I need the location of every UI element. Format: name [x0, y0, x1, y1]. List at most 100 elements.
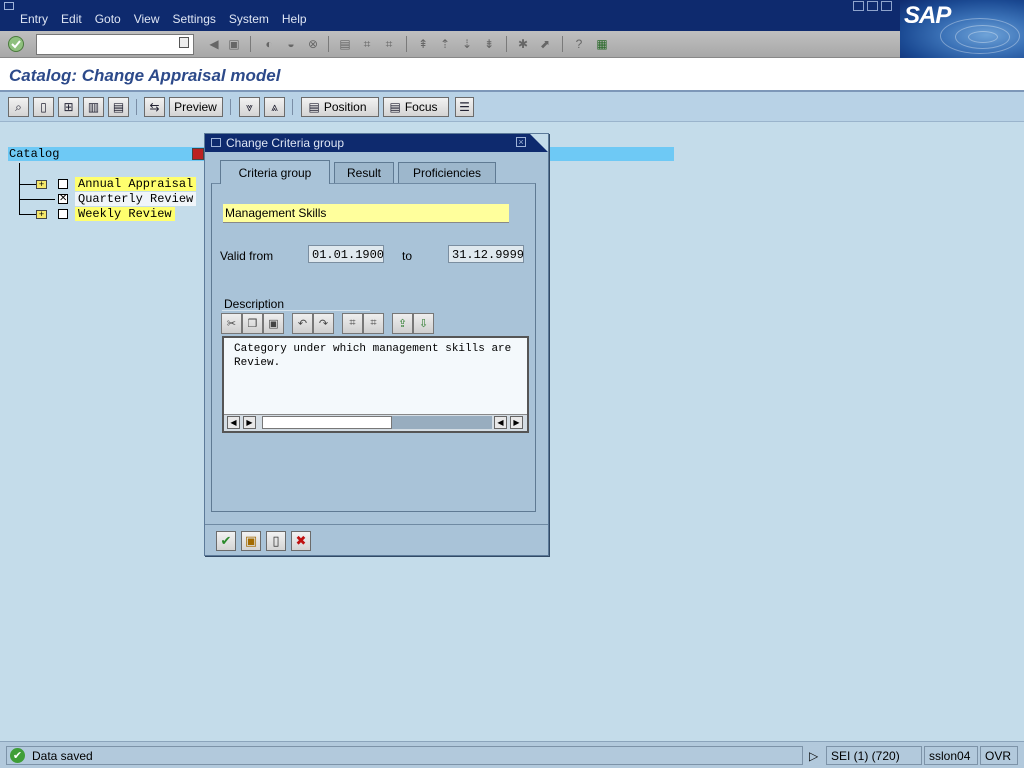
- cut-icon[interactable]: ✂: [221, 313, 242, 334]
- standard-toolbar: ◀ ▣ ◐ ◒ ⊗ ▤ ⌗ ⌗ ⇞ ⇡ ⇣ ⇟ ✱ ⬈ ? ▦: [0, 31, 900, 58]
- collapse-icon: ⩓: [271, 100, 278, 114]
- valid-to-input[interactable]: 31.12.9999: [448, 245, 524, 263]
- layout-icon[interactable]: ▦: [593, 35, 611, 53]
- session-info[interactable]: SEI (1) (720): [826, 746, 922, 765]
- expand-button[interactable]: ⩔: [239, 97, 260, 117]
- shortcut-icon[interactable]: ⬈: [536, 35, 554, 53]
- dialog-menu-icon[interactable]: [211, 138, 221, 147]
- previous-page-icon[interactable]: ⇡: [436, 35, 454, 53]
- move-button[interactable]: ⇆: [144, 97, 165, 117]
- tree-node-annual-appraisal[interactable]: + Annual Appraisal: [36, 177, 197, 191]
- maximize-icon[interactable]: [867, 1, 878, 11]
- menu-entry[interactable]: Entry: [20, 12, 48, 26]
- enter-icon[interactable]: [7, 35, 25, 53]
- load-local-file-icon[interactable]: ⇪: [392, 313, 413, 334]
- command-field[interactable]: [36, 34, 194, 55]
- new-entry-button[interactable]: ▯: [266, 531, 286, 551]
- node-checkbox[interactable]: [58, 179, 68, 189]
- back-arrow-icon[interactable]: ◀: [205, 35, 223, 53]
- insert-mode[interactable]: OVR: [980, 746, 1018, 765]
- tree-node-label[interactable]: Weekly Review: [75, 207, 175, 221]
- back-icon[interactable]: ◐: [260, 35, 278, 53]
- print-icon[interactable]: ▤: [336, 35, 354, 53]
- redo-icon[interactable]: ↷: [313, 313, 334, 334]
- scroll-left-icon[interactable]: ◀: [227, 416, 240, 429]
- description-text[interactable]: Category under which management skills a…: [234, 342, 526, 370]
- valid-from-input[interactable]: 01.01.1900: [308, 245, 384, 263]
- description-editor[interactable]: Category under which management skills a…: [222, 336, 529, 433]
- server-info: sslon04: [924, 746, 978, 765]
- print-button[interactable]: ▤: [108, 97, 129, 117]
- menu-view[interactable]: View: [134, 12, 160, 26]
- close-window-icon[interactable]: [881, 1, 892, 11]
- status-message: ✔ Data saved: [6, 746, 803, 765]
- node-checkbox[interactable]: [58, 209, 68, 219]
- confirm-button[interactable]: ✔: [216, 531, 236, 551]
- create-button[interactable]: ▯: [33, 97, 54, 117]
- cancel-icon[interactable]: ⊗: [304, 35, 322, 53]
- cancel-button[interactable]: ✖: [291, 531, 311, 551]
- status-bar: ✔ Data saved ▷ SEI (1) (720) sslon04 OVR: [0, 741, 1024, 768]
- find-next-icon[interactable]: ⌗: [380, 35, 398, 53]
- menu-settings[interactable]: Settings: [173, 12, 216, 26]
- find-icon[interactable]: ⌗: [342, 313, 363, 334]
- move-icon: ⇆: [149, 100, 160, 114]
- page-title: Catalog: Change Appraisal model: [9, 66, 281, 85]
- list-button[interactable]: ☰: [455, 97, 474, 117]
- tab-criteria-group[interactable]: Criteria group: [220, 160, 330, 184]
- undo-icon[interactable]: ↶: [292, 313, 313, 334]
- system-menu-icon[interactable]: [4, 2, 14, 10]
- exit-icon[interactable]: ◒: [282, 35, 300, 53]
- criteria-group-name-input[interactable]: Management Skills: [223, 204, 509, 223]
- magnifier-icon: ⌕: [15, 100, 22, 114]
- dialog-title: Change Criteria group: [226, 136, 345, 150]
- find-icon[interactable]: ⌗: [358, 35, 376, 53]
- scroll-left-icon[interactable]: ◀: [494, 416, 507, 429]
- menu-help[interactable]: Help: [282, 12, 307, 26]
- scroll-right-icon[interactable]: ▶: [510, 416, 523, 429]
- next-page-icon[interactable]: ⇣: [458, 35, 476, 53]
- status-expand-icon[interactable]: ▷: [807, 746, 827, 765]
- structure-button[interactable]: ⊞: [58, 97, 79, 117]
- collapse-button[interactable]: ⩓: [264, 97, 285, 117]
- last-page-icon[interactable]: ⇟: [480, 35, 498, 53]
- first-page-icon[interactable]: ⇞: [414, 35, 432, 53]
- position-button[interactable]: ▤ Position: [301, 97, 379, 117]
- tab-result[interactable]: Result: [334, 162, 394, 183]
- tree-node-label[interactable]: Annual Appraisal: [75, 177, 197, 191]
- trash-icon: ▥: [87, 100, 100, 114]
- minimize-icon[interactable]: [853, 1, 864, 11]
- save-icon[interactable]: ▣: [225, 35, 243, 53]
- expand-node-icon[interactable]: +: [36, 179, 47, 189]
- preview-button[interactable]: Preview: [169, 97, 223, 117]
- new-session-icon[interactable]: ✱: [514, 35, 532, 53]
- node-checkbox-checked[interactable]: ✕: [58, 194, 68, 204]
- menu-system[interactable]: System: [229, 12, 269, 26]
- tree-node-quarterly-review[interactable]: ✕ Quarterly Review: [58, 192, 197, 206]
- save-button[interactable]: ▣: [241, 531, 261, 551]
- scrollbar-thumb[interactable]: [262, 416, 392, 429]
- save-local-file-icon[interactable]: ⇩: [413, 313, 434, 334]
- sap-logo-text: SAP: [904, 2, 951, 29]
- help-icon[interactable]: ?: [570, 35, 588, 53]
- find-next-icon[interactable]: ⌗: [363, 313, 384, 334]
- command-history-icon[interactable]: [179, 37, 189, 48]
- criteria-group-panel: Management Skills Valid from 01.01.1900 …: [211, 183, 536, 512]
- focus-button[interactable]: ▤ Focus: [383, 97, 449, 117]
- close-icon[interactable]: ×: [516, 137, 526, 147]
- tree-node-label[interactable]: Quarterly Review: [75, 192, 197, 206]
- scroll-right-icon[interactable]: ▶: [243, 416, 256, 429]
- expand-node-icon[interactable]: +: [36, 209, 47, 219]
- menu-goto[interactable]: Goto: [95, 12, 121, 26]
- copy-icon[interactable]: ❐: [242, 313, 263, 334]
- title-bar: Catalog: Change Appraisal model: [0, 58, 1024, 92]
- horizontal-scrollbar[interactable]: ◀ ▶ ◀ ▶: [224, 414, 527, 431]
- paste-icon[interactable]: ▣: [263, 313, 284, 334]
- calendar-icon[interactable]: [192, 148, 204, 160]
- dialog-title-bar: Change Criteria group ×: [205, 134, 548, 152]
- tree-node-weekly-review[interactable]: + Weekly Review: [36, 207, 175, 221]
- display-button[interactable]: ⌕: [8, 97, 29, 117]
- tab-proficiencies[interactable]: Proficiencies: [398, 162, 496, 183]
- delete-button[interactable]: ▥: [83, 97, 104, 117]
- menu-edit[interactable]: Edit: [61, 12, 82, 26]
